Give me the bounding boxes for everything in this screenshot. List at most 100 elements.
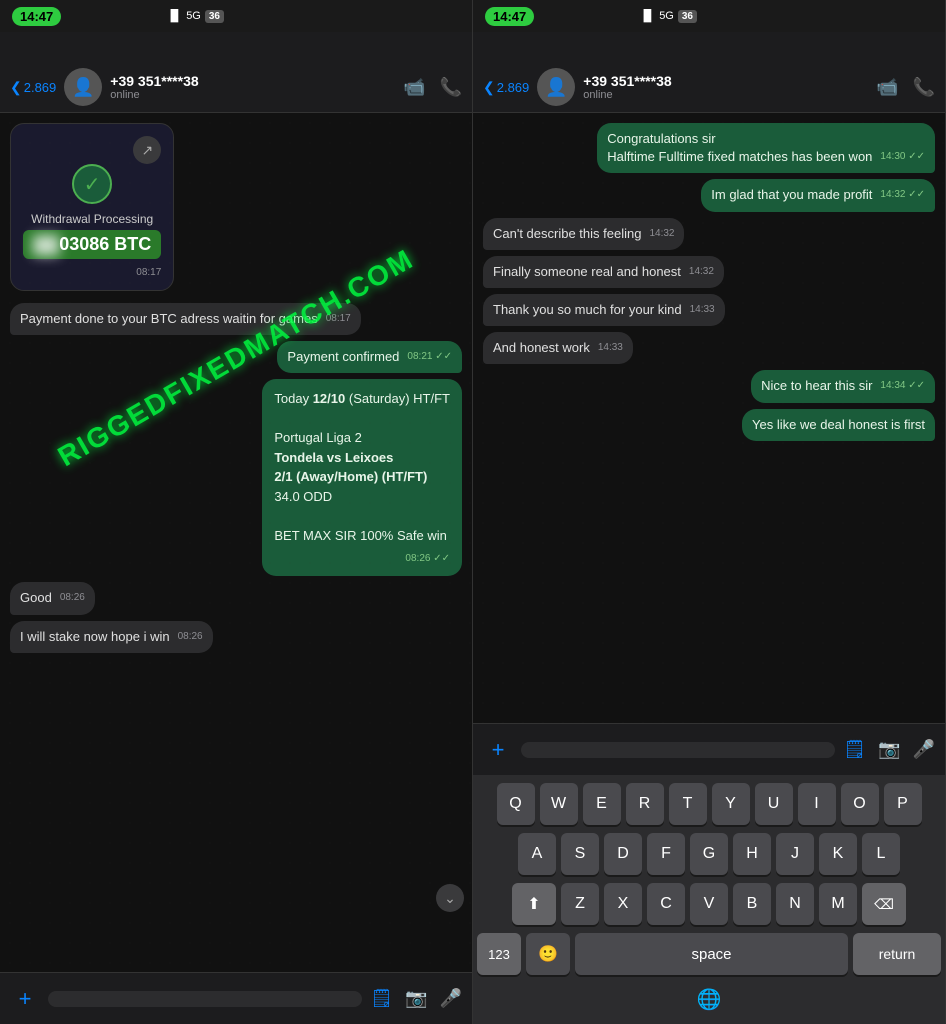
numbers-key[interactable]: 123 [477,933,521,975]
key-k[interactable]: K [819,833,857,875]
msg-time: 08:26 ✓✓ [405,551,450,566]
status-icons-left: ▐▌ 5G 36 [167,10,224,23]
microphone-icon[interactable]: 🎤 [440,988,462,1009]
back-button-right[interactable]: ❮ 2.869 [483,79,529,96]
share-button[interactable]: ↗ [133,136,161,164]
add-attachment-button[interactable]: + [10,986,40,1012]
chat-input-bar-right: + 🗒 📷 🎤 [473,723,945,775]
key-y[interactable]: Y [712,783,750,825]
msg-text: I will stake now hope i win [20,629,170,644]
header-icons-right: 📹 📞 [876,77,935,98]
add-attachment-button-right[interactable]: + [483,737,513,763]
globe-icon[interactable]: 🌐 [697,987,722,1012]
input-icons-left: 🗒 📷 🎤 [370,988,462,1009]
right-chat-panel: 14:47 ▐▌ 5G 36 ❮ 2.869 👤 +39 351****38 o… [473,0,946,1024]
microphone-icon-right[interactable]: 🎤 [913,739,935,760]
msg-row: ↗ ✓ Withdrawal Processing ▓▓03086 BTC 08… [10,123,462,297]
signal-bars-left: ▐▌ [167,10,183,22]
key-v[interactable]: V [690,883,728,925]
read-ticks: ✓✓ [433,553,450,564]
contact-info-left: +39 351****38 online [110,73,395,101]
battery-left: 36 [205,10,224,23]
contact-name-right: +39 351****38 [583,73,868,89]
key-p[interactable]: P [884,783,922,825]
key-r[interactable]: R [626,783,664,825]
network-type-left: 5G [186,10,201,22]
chat-messages-right: Congratulations sirHalftime Fulltime fix… [473,113,945,723]
key-q[interactable]: Q [497,783,535,825]
chat-input-bar-left: + 🗒 📷 🎤 [0,972,472,1024]
status-time-left: 14:47 [12,7,61,26]
space-key[interactable]: space [575,933,848,975]
key-h[interactable]: H [733,833,771,875]
key-a[interactable]: A [518,833,556,875]
msg-time: 14:33 [690,303,715,317]
shift-key[interactable]: ⬆ [512,883,556,925]
network-type-right: 5G [659,10,674,22]
voice-call-icon[interactable]: 📞 [440,77,462,98]
message-input-right[interactable] [521,742,835,758]
keyboard: Q W E R T Y U I O P A S D F G H J K L ⬆ … [473,775,945,1024]
return-key[interactable]: return [853,933,941,975]
msg-row: Thank you so much for your kind 14:33 [483,294,935,326]
msg-time: 14:32 [689,265,714,279]
keyboard-row-2: A S D F G H J K L [477,833,941,875]
key-t[interactable]: T [669,783,707,825]
msg-row: Yes like we deal honest is first [483,409,935,441]
key-f[interactable]: F [647,833,685,875]
emoji-key[interactable]: 🙂 [526,933,570,975]
key-x[interactable]: X [604,883,642,925]
key-m[interactable]: M [819,883,857,925]
btc-title: Withdrawal Processing [23,212,161,226]
scroll-down-button[interactable]: ⌄ [436,884,464,912]
voice-call-icon-right[interactable]: 📞 [913,77,935,98]
chat-header-right: ❮ 2.869 👤 +39 351****38 online 📹 📞 [473,32,945,113]
key-o[interactable]: O [841,783,879,825]
camera-icon-right[interactable]: 📷 [878,739,900,760]
match-info-bubble: Today 12/10 (Saturday) HT/FT Portugal Li… [262,379,462,576]
bubble-yes: Yes like we deal honest is first [742,409,935,441]
delete-key[interactable]: ⌫ [862,883,906,925]
key-d[interactable]: D [604,833,642,875]
msg-row: Payment done to your BTC adress waitin f… [10,303,462,335]
key-s[interactable]: S [561,833,599,875]
back-count-right: 2.869 [497,80,530,95]
key-e[interactable]: E [583,783,621,825]
read-ticks: ✓✓ [435,351,452,362]
key-n[interactable]: N [776,883,814,925]
key-l[interactable]: L [862,833,900,875]
sticker-icon[interactable]: 🗒 [370,988,393,1009]
back-button-left[interactable]: ❮ 2.869 [10,79,56,96]
msg-text: Nice to hear this sir [761,378,872,393]
msg-row: Good 08:26 [10,582,462,614]
video-call-icon-right[interactable]: 📹 [876,77,898,98]
bubble-received: Payment done to your BTC adress waitin f… [10,303,361,335]
bubble-received: Can't describe this feeling 14:32 [483,218,684,250]
key-g[interactable]: G [690,833,728,875]
key-c[interactable]: C [647,883,685,925]
video-call-icon[interactable]: 📹 [403,77,425,98]
key-u[interactable]: U [755,783,793,825]
msg-row: Today 12/10 (Saturday) HT/FT Portugal Li… [10,379,462,576]
match-info-text: Today 12/10 (Saturday) HT/FT Portugal Li… [274,389,450,545]
bubble-sent: Payment confirmed 08:21 ✓✓ [277,341,462,373]
read-ticks: ✓✓ [908,380,925,391]
key-w[interactable]: W [540,783,578,825]
msg-text: Finally someone real and honest [493,264,681,279]
msg-text: Yes like we deal honest is first [752,417,925,432]
back-count-left: 2.869 [24,80,57,95]
msg-row: Im glad that you made profit 14:32 ✓✓ [483,179,935,211]
avatar-left: 👤 [64,68,102,106]
sticker-icon-right[interactable]: 🗒 [843,739,866,760]
key-j[interactable]: J [776,833,814,875]
key-i[interactable]: I [798,783,836,825]
key-b[interactable]: B [733,883,771,925]
key-z[interactable]: Z [561,883,599,925]
camera-icon[interactable]: 📷 [405,988,427,1009]
msg-row: I will stake now hope i win 08:26 [10,621,462,653]
battery-right: 36 [678,10,697,23]
contact-name-left: +39 351****38 [110,73,395,89]
keyboard-row-4: 123 🙂 space return [477,933,941,975]
btc-blur: ▓▓ [33,234,59,255]
message-input-left[interactable] [48,991,362,1007]
